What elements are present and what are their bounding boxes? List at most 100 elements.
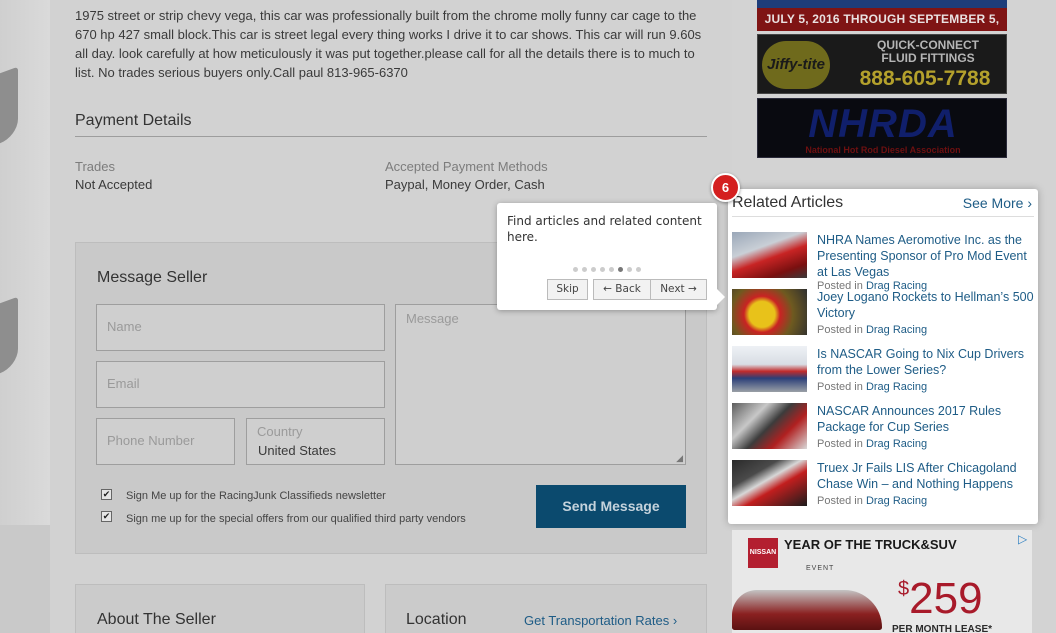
adchoices-icon[interactable]: ▷: [1018, 532, 1027, 546]
article-meta: Posted in Drag Racing: [817, 324, 927, 336]
newsletter-checkbox[interactable]: ✔: [101, 489, 112, 500]
about-seller-title: About The Seller: [97, 611, 216, 628]
tour-progress-dot: [591, 267, 596, 272]
page-background-left: [0, 0, 50, 525]
country-value: United States: [258, 443, 337, 458]
car-image: [732, 590, 882, 630]
article-thumbnail[interactable]: [732, 403, 807, 449]
tour-text: Find articles and related content here.: [507, 214, 702, 244]
price-amount: 259: [909, 574, 983, 623]
tour-progress-dots: [497, 259, 717, 277]
related-articles-panel: Related Articles See More › NHRA Names A…: [728, 189, 1038, 524]
article-category-link[interactable]: Drag Racing: [866, 438, 927, 450]
email-placeholder: Email: [107, 376, 140, 391]
related-articles-header: Related Articles See More ›: [732, 193, 1034, 217]
tour-progress-dot: [573, 267, 578, 272]
article-meta: Posted in Drag Racing: [817, 381, 927, 393]
tour-back-button[interactable]: ← Back: [593, 279, 651, 300]
article-thumbnail[interactable]: [732, 232, 807, 278]
jiffy-tagline: QUICK-CONNECT FLUID FITTINGS: [877, 38, 979, 65]
jiffy-phone: 888-605-7788: [859, 67, 991, 90]
resize-handle-icon[interactable]: ◢: [676, 453, 683, 464]
location-title: Location: [406, 611, 467, 628]
article-category-link[interactable]: Drag Racing: [866, 324, 927, 336]
trades-value: Not Accepted: [75, 177, 153, 192]
about-seller-section: About The Seller: [75, 584, 365, 633]
decorative-shape: [0, 66, 18, 144]
nissan-logo: NISSAN: [748, 538, 778, 568]
tour-next-button[interactable]: Next →: [650, 279, 707, 300]
article-item[interactable]: NHRA Names Aeromotive Inc. as the Presen…: [732, 232, 1035, 292]
posted-in-label: Posted in: [817, 324, 863, 336]
event-banner-ad[interactable]: JULY 5, 2016 THROUGH SEPTEMBER 5, 2016: [757, 0, 1007, 49]
nissan-event-label: EVENT: [806, 565, 835, 572]
email-input[interactable]: Email: [96, 361, 385, 408]
name-placeholder: Name: [107, 319, 142, 334]
send-message-button[interactable]: Send Message: [536, 485, 686, 528]
nissan-headline: YEAR OF THE TRUCK&SUV: [784, 537, 957, 552]
payment-methods-label: Accepted Payment Methods: [385, 159, 548, 174]
related-articles-title: Related Articles: [732, 194, 844, 211]
country-select[interactable]: Country United States: [246, 418, 385, 465]
nhrda-logo-text: NHRDA: [808, 102, 958, 146]
newsletter-label: Sign Me up for the RacingJunk Classified…: [126, 490, 386, 502]
tour-progress-dot: [636, 267, 641, 272]
article-title-link[interactable]: Truex Jr Fails LIS After Chicagoland Cha…: [817, 460, 1035, 492]
see-more-link[interactable]: See More ›: [963, 195, 1032, 211]
article-category-link[interactable]: Drag Racing: [866, 495, 927, 507]
trades-label: Trades: [75, 159, 115, 174]
article-title-link[interactable]: NHRA Names Aeromotive Inc. as the Presen…: [817, 232, 1035, 280]
posted-in-label: Posted in: [817, 438, 863, 450]
name-input[interactable]: Name: [96, 304, 385, 351]
payment-details-title: Payment Details: [75, 112, 707, 137]
nhrda-subtitle: National Hot Rod Diesel Association: [805, 145, 961, 155]
nissan-price: $259: [898, 574, 983, 624]
nhrda-ad[interactable]: NHRDA National Hot Rod Diesel Associatio…: [757, 98, 1007, 158]
jiffy-tite-logo: Jiffy-tite: [762, 41, 830, 89]
article-title-link[interactable]: NASCAR Announces 2017 Rules Package for …: [817, 403, 1035, 435]
transport-rates-link[interactable]: Get Transportation Rates ›: [524, 613, 677, 628]
tour-progress-dot: [627, 267, 632, 272]
jiffy-tite-ad[interactable]: Jiffy-tite QUICK-CONNECT FLUID FITTINGS …: [757, 34, 1007, 94]
nissan-lease-text: PER MONTH LEASE*: [892, 624, 993, 633]
offers-label: Sign me up for the special offers from o…: [126, 513, 466, 525]
tour-step-badge: 6: [711, 173, 740, 202]
article-category-link[interactable]: Drag Racing: [866, 381, 927, 393]
listing-main: 1975 street or strip chevy vega, this ca…: [75, 0, 715, 633]
decorative-shape: [0, 296, 18, 374]
nissan-ad[interactable]: NISSAN YEAR OF THE TRUCK&SUV EVENT $259 …: [732, 530, 1032, 633]
phone-placeholder: Phone Number: [107, 433, 195, 448]
article-thumbnail[interactable]: [732, 289, 807, 335]
article-item[interactable]: Truex Jr Fails LIS After Chicagoland Cha…: [732, 460, 1034, 510]
article-item[interactable]: NASCAR Announces 2017 Rules Package for …: [732, 403, 1034, 453]
location-section: Location Get Transportation Rates ›: [385, 584, 707, 633]
message-textarea[interactable]: Message ◢: [395, 304, 686, 465]
article-item[interactable]: Joey Logano Rockets to Hellman’s 500 Vic…: [732, 289, 1034, 339]
tour-progress-dot: [582, 267, 587, 272]
price-currency: $: [898, 578, 910, 600]
offers-checkbox[interactable]: ✔: [101, 511, 112, 522]
article-title-link[interactable]: Joey Logano Rockets to Hellman’s 500 Vic…: [817, 289, 1035, 321]
tour-skip-button[interactable]: Skip: [547, 279, 588, 300]
posted-in-label: Posted in: [817, 495, 863, 507]
tour-progress-dot: [609, 267, 614, 272]
page-background-left-bottom: [0, 525, 50, 633]
article-item[interactable]: Is NASCAR Going to Nix Cup Drivers from …: [732, 346, 1034, 396]
article-meta: Posted in Drag Racing: [817, 495, 927, 507]
tour-progress-dot: [618, 267, 623, 272]
banner-strip: [757, 0, 1007, 8]
message-placeholder: Message: [406, 311, 459, 326]
event-banner-text: JULY 5, 2016 THROUGH SEPTEMBER 5, 2016: [757, 8, 1007, 49]
message-seller-title: Message Seller: [97, 269, 208, 286]
article-thumbnail[interactable]: [732, 460, 807, 506]
tour-popover: Find articles and related content here. …: [497, 203, 725, 310]
listing-description: 1975 street or strip chevy vega, this ca…: [75, 8, 702, 80]
tour-progress-dot: [600, 267, 605, 272]
article-meta: Posted in Drag Racing: [817, 438, 927, 450]
article-thumbnail[interactable]: [732, 346, 807, 392]
payment-methods-value: Paypal, Money Order, Cash: [385, 177, 545, 192]
posted-in-label: Posted in: [817, 381, 863, 393]
country-label: Country: [257, 424, 303, 439]
phone-input[interactable]: Phone Number: [96, 418, 235, 465]
article-title-link[interactable]: Is NASCAR Going to Nix Cup Drivers from …: [817, 346, 1035, 378]
